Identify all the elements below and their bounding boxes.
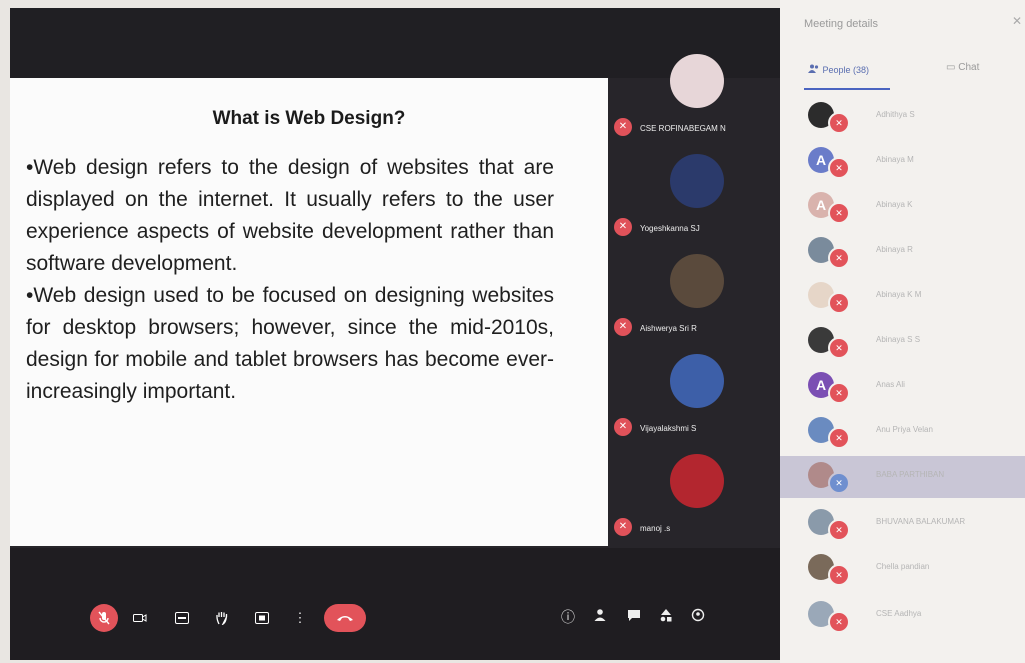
tab-people[interactable]: People (38) [808, 64, 869, 75]
person-name: Anas Ali [876, 380, 905, 389]
participant-tiles: ✕ CSE ROFINABEGAM N ✕ Yogeshkanna SJ ✕ A… [608, 50, 780, 550]
participant-tile[interactable]: ✕ CSE ROFINABEGAM N [608, 50, 780, 138]
mic-off-icon: ✕ [828, 564, 850, 586]
participant-name: manoj .s [640, 524, 671, 533]
panel-title: Meeting details [804, 18, 878, 30]
participant-name: Yogeshkanna SJ [640, 224, 700, 233]
person-row[interactable]: ✕ Adhithya S [780, 96, 1025, 138]
mic-off-icon: ✕ [614, 518, 632, 536]
mic-off-icon: ✕ [828, 427, 850, 449]
present-icon[interactable] [248, 604, 276, 632]
person-name: BHUVANA BALAKUMAR [876, 517, 966, 526]
mic-off-icon: ✕ [828, 519, 850, 541]
more-icon[interactable]: ⋮ [286, 604, 314, 632]
mic-off-icon: ✕ [614, 418, 632, 436]
person-row[interactable]: ✕ CSE Aadhya [780, 595, 1025, 637]
tab-chat-label: Chat [958, 62, 980, 73]
mic-off-icon: ✕ [828, 292, 850, 314]
mic-off-icon: ✕ [614, 318, 632, 336]
person-name: Abinaya S S [876, 335, 921, 344]
participant-tile[interactable]: ✕ Yogeshkanna SJ [608, 150, 780, 238]
slide-paragraph-1: •Web design refers to the design of webs… [26, 156, 554, 275]
mic-off-icon: ✕ [828, 247, 850, 269]
close-icon[interactable]: ✕ [1012, 14, 1022, 28]
participant-name: Aishwerya Sri R [640, 324, 697, 333]
participant-tile[interactable]: ✕ Vijayalakshmi S [608, 350, 780, 438]
slide-title: What is Web Design? [212, 108, 406, 129]
participant-avatar [670, 54, 724, 108]
people-icon[interactable] [589, 606, 611, 628]
active-tab-indicator [804, 88, 890, 90]
slide-body: •Web design refers to the design of webs… [26, 152, 554, 408]
person-name: Abinaya M [876, 155, 914, 164]
person-name: Abinaya K M [876, 290, 922, 299]
participant-avatar [670, 454, 724, 508]
person-name: BABA PARTHIBAN [876, 470, 945, 479]
participant-avatar [670, 154, 724, 208]
person-row[interactable]: ✕ BHUVANA BALAKUMAR [780, 503, 1025, 545]
meeting-stage: What is Web Design? •Web design refers t… [10, 8, 780, 660]
person-name: Anu Priya Velan [876, 425, 933, 434]
person-row[interactable]: ✕ Abinaya K M [780, 276, 1025, 318]
participant-tile[interactable]: ✕ Aishwerya Sri R [608, 250, 780, 338]
security-icon[interactable] [687, 606, 709, 628]
mic-off-icon: ✕ [828, 382, 850, 404]
info-icon[interactable]: ⓘ [557, 606, 579, 628]
presentation-slide: What is Web Design? •Web design refers t… [10, 78, 608, 546]
person-row[interactable]: A ✕ Abinaya K [780, 186, 1025, 228]
person-row[interactable]: ✕ Chella pandian [780, 548, 1025, 590]
mic-off-icon: ✕ [614, 118, 632, 136]
participant-name: CSE ROFINABEGAM N [640, 124, 726, 133]
raise-hand-icon[interactable] [208, 604, 236, 632]
person-row[interactable]: A ✕ Abinaya M [780, 141, 1025, 183]
mic-off-icon: ✕ [614, 218, 632, 236]
mic-off-icon: ✕ [828, 202, 850, 224]
people-icon [808, 64, 819, 73]
mic-off-icon: ✕ [828, 337, 850, 359]
person-name: Abinaya K [876, 200, 913, 209]
person-row[interactable]: ✕ Abinaya R [780, 231, 1025, 273]
control-bar-area [10, 548, 780, 660]
person-name: CSE Aadhya [876, 609, 922, 618]
person-name: Adhithya S [876, 110, 915, 119]
mic-off-icon: ✕ [828, 611, 850, 633]
chat-icon: ▭ [946, 62, 956, 73]
chat-icon[interactable] [623, 606, 645, 628]
mic-off-icon: ✕ [828, 112, 850, 134]
captions-icon[interactable] [168, 604, 196, 632]
participant-name: Vijayalakshmi S [640, 424, 697, 433]
mic-off-icon: ✕ [828, 157, 850, 179]
slide-paragraph-2: •Web design used to be focused on design… [26, 284, 554, 403]
participant-avatar [670, 254, 724, 308]
person-row[interactable]: A ✕ Anas Ali [780, 366, 1025, 408]
end-call-icon[interactable] [324, 604, 366, 632]
person-row[interactable]: ✕ Abinaya S S [780, 321, 1025, 363]
mic-off-icon: ✕ [828, 472, 850, 494]
tab-chat[interactable]: ▭ Chat [946, 62, 979, 73]
person-row[interactable]: ✕ BABA PARTHIBAN [780, 456, 1025, 498]
person-name: Chella pandian [876, 562, 930, 571]
person-row[interactable]: ✕ Anu Priya Velan [780, 411, 1025, 453]
participant-tile[interactable]: ✕ manoj .s [608, 450, 780, 538]
activities-icon[interactable] [655, 606, 677, 628]
camera-icon[interactable] [126, 604, 154, 632]
participant-avatar [670, 354, 724, 408]
person-name: Abinaya R [876, 245, 913, 254]
meeting-details-panel: Meeting details ✕ People (38) ▭ Chat ✕ A… [780, 0, 1025, 663]
tab-people-label: People (38) [822, 65, 870, 75]
mic-off-icon[interactable] [90, 604, 118, 632]
